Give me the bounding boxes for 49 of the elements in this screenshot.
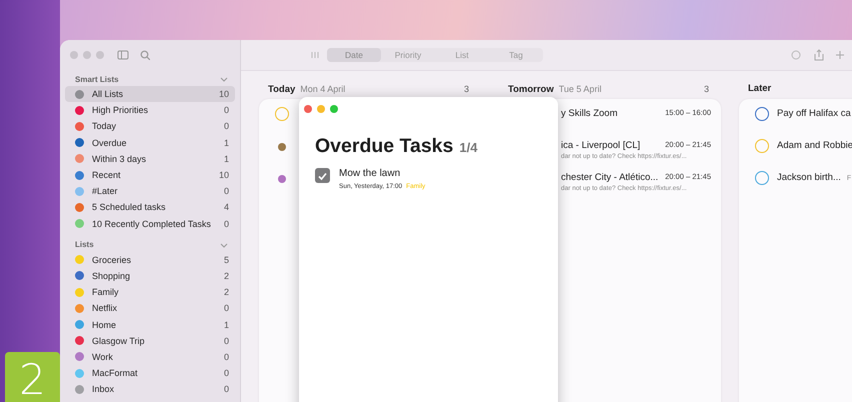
- task-title[interactable]: Pay off Halifax ca: [777, 108, 851, 119]
- task-count: 3: [704, 83, 709, 96]
- task-title[interactable]: y Skills Zoom: [561, 108, 618, 119]
- sidebar-item[interactable]: Today 0: [65, 118, 235, 135]
- popup-title: Overdue Tasks: [315, 135, 454, 158]
- task-checkbox[interactable]: [755, 171, 769, 185]
- columns-icon[interactable]: [311, 51, 319, 59]
- task-checkbox[interactable]: [755, 107, 769, 121]
- sidebar-item[interactable]: MacFormat 0: [65, 365, 235, 382]
- check-icon: [317, 170, 328, 180]
- column-date: Mon 4 April: [300, 83, 346, 96]
- sidebar-item[interactable]: High Priorities 0: [65, 102, 235, 118]
- column-title: Today: [268, 83, 296, 97]
- sidebar-item[interactable]: #Later 0: [65, 183, 235, 200]
- plus-icon[interactable]: [835, 50, 845, 60]
- sidebar-item[interactable]: Within 3 days 1: [65, 150, 235, 167]
- column-title: Later: [748, 82, 772, 96]
- task-count: 3: [464, 83, 469, 96]
- progress-count: 1/4: [459, 140, 478, 155]
- sidebar-item[interactable]: Shopping 2: [65, 268, 235, 284]
- sidebar-item[interactable]: 10 Recently Completed Tasks 0: [65, 216, 235, 232]
- sidebar-item[interactable]: Home 1: [65, 316, 235, 333]
- sidebar-item[interactable]: Overdue 1: [65, 134, 235, 151]
- sidebar-toggle-icon[interactable]: [117, 50, 129, 60]
- task-checkbox[interactable]: [755, 139, 769, 153]
- sidebar-item[interactable]: Netflix 0: [65, 300, 235, 316]
- column-title: Tomorrow: [508, 83, 554, 97]
- task-title[interactable]: ica - Liverpool [CL]: [561, 140, 640, 151]
- chevron-icon[interactable]: [220, 242, 228, 248]
- sidebar-item[interactable]: 5 Scheduled tasks 4: [65, 199, 235, 216]
- task-title[interactable]: chester City - Atlético...: [561, 172, 658, 183]
- task-title[interactable]: Mow the lawn: [339, 168, 426, 179]
- share-icon[interactable]: [813, 49, 825, 61]
- search-icon[interactable]: [140, 50, 150, 60]
- chevron-icon[interactable]: [220, 76, 228, 82]
- sidebar-item[interactable]: Glasgow Trip 0: [65, 332, 235, 349]
- sidebar-item[interactable]: Work 0: [65, 348, 235, 365]
- sidebar-item[interactable]: Inbox 0: [65, 381, 235, 398]
- task-checkbox[interactable]: [275, 107, 289, 121]
- section-header: Lists: [75, 240, 94, 250]
- task-checkbox[interactable]: [315, 168, 330, 183]
- circle-icon[interactable]: [791, 50, 801, 60]
- section-header: Smart Lists: [75, 74, 119, 84]
- sidebar-item[interactable]: All Lists 10: [65, 86, 235, 102]
- column-date: Tue 5 April: [558, 83, 602, 96]
- step-number-badge: 2: [5, 352, 60, 402]
- sidebar-item[interactable]: Recent 10: [65, 166, 235, 184]
- sidebar-item[interactable]: Groceries 5: [65, 252, 235, 268]
- sidebar-item[interactable]: Family 2: [65, 284, 235, 300]
